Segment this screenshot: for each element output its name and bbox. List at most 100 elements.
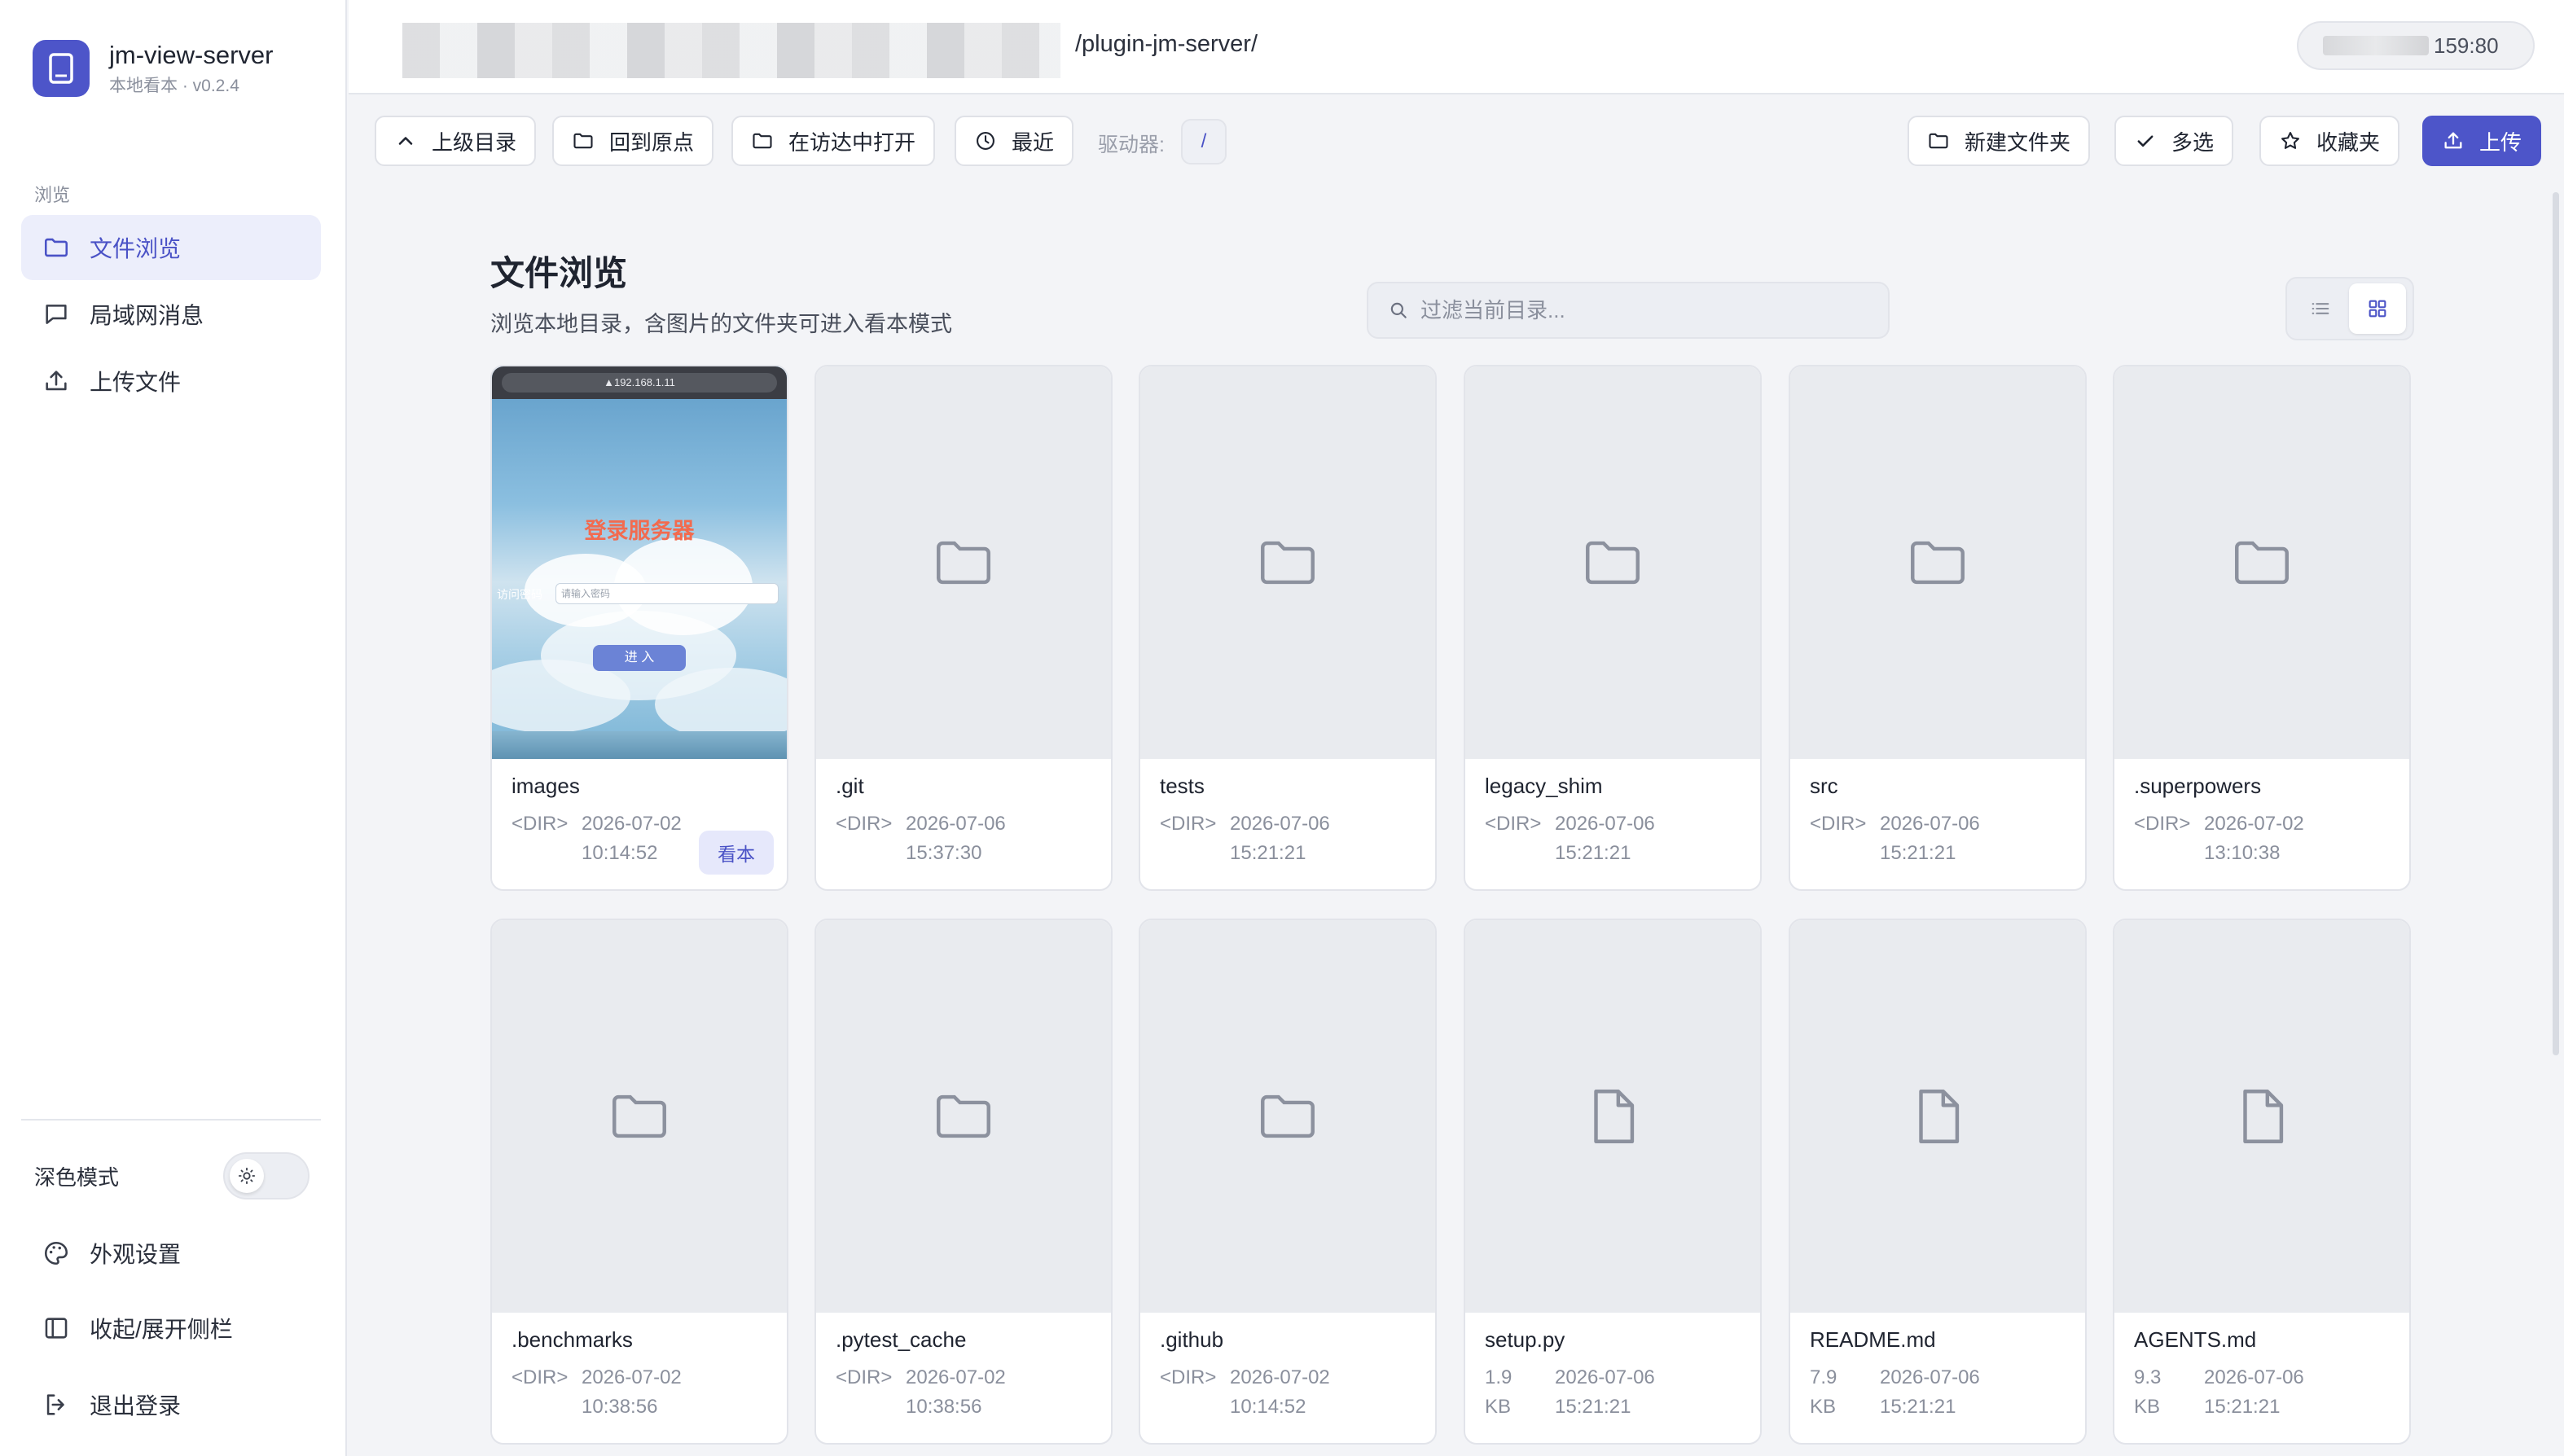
folder-icon bbox=[937, 541, 990, 585]
sidebar: jm-view-server 本地看本 · v0.2.4 浏览 文件浏览 局域网… bbox=[0, 0, 347, 1456]
file-card[interactable]: .pytest_cache <DIR> 2026-07-02 10:38:56 bbox=[814, 919, 1113, 1445]
thumbnail bbox=[1140, 920, 1435, 1313]
file-card[interactable]: setup.py 1.9 KB 2026-07-06 15:21:21 bbox=[1464, 919, 1762, 1445]
toolbar: 上级目录 回到原点 在访达中打开 最近 驱动器: / 新建文件夹 多选 收藏夹 … bbox=[349, 96, 2564, 191]
drive-chip[interactable]: / bbox=[1181, 119, 1227, 164]
multi-select-button[interactable]: 多选 bbox=[2114, 116, 2234, 166]
chat-icon bbox=[42, 300, 70, 328]
filter-input[interactable] bbox=[1420, 297, 1877, 323]
logout-icon bbox=[42, 1391, 70, 1419]
file-name: .benchmarks bbox=[511, 1327, 633, 1352]
file-date: 2026-07-06 15:21:21 bbox=[1555, 813, 1655, 864]
toggle-sidebar-label: 收起/展开侧栏 bbox=[90, 1317, 233, 1342]
brand[interactable]: jm-view-server 本地看本 · v0.2.4 bbox=[33, 39, 274, 98]
preview-button: 进 入 bbox=[593, 645, 686, 671]
file-card[interactable]: .superpowers <DIR> 2026-07-02 13:10:38 bbox=[2113, 365, 2411, 891]
upload-icon bbox=[2442, 129, 2465, 152]
grid-icon bbox=[2369, 300, 2386, 318]
file-name: setup.py bbox=[1485, 1327, 1565, 1352]
upload-button[interactable]: 上传 bbox=[2422, 116, 2542, 166]
go-home-button[interactable]: 回到原点 bbox=[552, 116, 714, 166]
sidebar-item-label: 上传文件 bbox=[90, 370, 182, 395]
clock-icon bbox=[974, 129, 997, 152]
file-card[interactable]: .github <DIR> 2026-07-02 10:14:52 bbox=[1139, 919, 1437, 1445]
file-name: AGENTS.md bbox=[2134, 1327, 2257, 1352]
parent-directory-button[interactable]: 上级目录 bbox=[375, 116, 537, 166]
file-name: .github bbox=[1160, 1327, 1224, 1352]
folder-icon bbox=[1261, 541, 1315, 585]
view-mode-toggle bbox=[2285, 277, 2414, 340]
file-card[interactable]: tests <DIR> 2026-07-06 15:21:21 bbox=[1139, 365, 1437, 891]
toggle-sidebar-button[interactable]: 收起/展开侧栏 bbox=[21, 1300, 321, 1357]
file-date: 2026-07-02 10:38:56 bbox=[582, 1366, 682, 1418]
file-card[interactable]: src <DIR> 2026-07-06 15:21:21 bbox=[1789, 365, 2087, 891]
read-mode-button[interactable]: 看本 bbox=[699, 831, 774, 875]
folder-icon bbox=[2235, 541, 2289, 585]
file-card[interactable]: README.md 7.9 KB 2026-07-06 15:21:21 bbox=[1789, 919, 2087, 1445]
nav-section-label: 浏览 bbox=[34, 185, 71, 205]
current-path[interactable]: /plugin-jm-server/ bbox=[1075, 31, 1258, 58]
thumbnail bbox=[1790, 920, 2085, 1313]
file-icon bbox=[1919, 1090, 1960, 1143]
file-date: 2026-07-06 15:21:21 bbox=[1230, 813, 1330, 864]
thumbnail bbox=[1790, 366, 2085, 759]
file-name: images bbox=[511, 774, 580, 798]
go-home-label: 回到原点 bbox=[609, 129, 695, 155]
page-title: 文件浏览 bbox=[490, 254, 628, 292]
dark-mode-row: 深色模式 bbox=[34, 1150, 310, 1202]
file-date: 2026-07-06 15:21:21 bbox=[1555, 1366, 1655, 1418]
folder-icon bbox=[1261, 1094, 1315, 1138]
appearance-settings-label: 外观设置 bbox=[90, 1242, 182, 1267]
dark-mode-toggle[interactable] bbox=[223, 1152, 310, 1199]
scrollbar[interactable] bbox=[2553, 192, 2559, 1055]
thumbnail bbox=[1465, 920, 1760, 1313]
filter-box bbox=[1367, 282, 1890, 339]
file-card[interactable]: legacy_shim <DIR> 2026-07-06 15:21:21 bbox=[1464, 365, 1762, 891]
file-kind: <DIR> bbox=[1160, 813, 1217, 835]
file-kind: <DIR> bbox=[511, 1366, 569, 1388]
sidebar-item-file-browser[interactable]: 文件浏览 bbox=[21, 215, 321, 280]
file-card[interactable]: AGENTS.md 9.3 KB 2026-07-06 15:21:21 bbox=[2113, 919, 2411, 1445]
sidebar-divider bbox=[21, 1119, 321, 1121]
app-name: jm-view-server bbox=[109, 41, 274, 69]
server-address-pill: 159:80 bbox=[2297, 21, 2535, 70]
file-name: .superpowers bbox=[2134, 774, 2262, 798]
thumbnail bbox=[816, 366, 1111, 759]
file-name: src bbox=[1810, 774, 1838, 798]
recent-label: 最近 bbox=[1012, 129, 1055, 155]
image-preview-thumbnail: ▲192.168.1.11 登录服务器 访问密码 请输入密码 进 入 bbox=[492, 366, 787, 759]
thumbnail bbox=[816, 920, 1111, 1313]
file-kind: <DIR> bbox=[1160, 1366, 1217, 1388]
chevron-up-icon bbox=[394, 129, 417, 152]
thumbnail bbox=[2114, 366, 2409, 759]
upload-label: 上传 bbox=[2479, 129, 2522, 155]
favorites-button[interactable]: 收藏夹 bbox=[2259, 116, 2400, 166]
file-card[interactable]: .benchmarks <DIR> 2026-07-02 10:38:56 bbox=[490, 919, 788, 1445]
logout-button[interactable]: 退出登录 bbox=[21, 1376, 321, 1433]
multi-select-label: 多选 bbox=[2171, 129, 2215, 155]
sidebar-item-lan-messages[interactable]: 局域网消息 bbox=[21, 282, 321, 347]
sidebar-toggle-icon bbox=[42, 1314, 70, 1342]
preview-input: 请输入密码 bbox=[555, 583, 779, 604]
file-kind: <DIR> bbox=[1485, 813, 1542, 835]
app-version: 本地看本 · v0.2.4 bbox=[109, 77, 239, 95]
open-in-finder-button[interactable]: 在访达中打开 bbox=[731, 116, 936, 166]
folder-icon bbox=[1911, 541, 1965, 585]
open-in-finder-label: 在访达中打开 bbox=[788, 129, 916, 155]
file-card[interactable]: ▲192.168.1.11 登录服务器 访问密码 请输入密码 进 入 image… bbox=[490, 365, 788, 891]
sidebar-item-upload[interactable]: 上传文件 bbox=[21, 349, 321, 414]
file-kind: <DIR> bbox=[1810, 813, 1867, 835]
search-icon bbox=[1390, 302, 1407, 318]
file-card[interactable]: .git <DIR> 2026-07-06 15:37:30 bbox=[814, 365, 1113, 891]
recent-button[interactable]: 最近 bbox=[955, 116, 1074, 166]
list-view-button[interactable] bbox=[2292, 283, 2349, 334]
grid-view-button[interactable] bbox=[2349, 283, 2406, 334]
file-kind: <DIR> bbox=[836, 813, 893, 835]
logout-label: 退出登录 bbox=[90, 1393, 182, 1419]
appearance-settings-button[interactable]: 外观设置 bbox=[21, 1225, 321, 1282]
sun-icon bbox=[230, 1159, 264, 1193]
thumbnail bbox=[1465, 366, 1760, 759]
file-date: 2026-07-02 10:38:56 bbox=[906, 1366, 1006, 1418]
folder-icon bbox=[1586, 541, 1640, 585]
new-folder-button[interactable]: 新建文件夹 bbox=[1908, 116, 2091, 166]
